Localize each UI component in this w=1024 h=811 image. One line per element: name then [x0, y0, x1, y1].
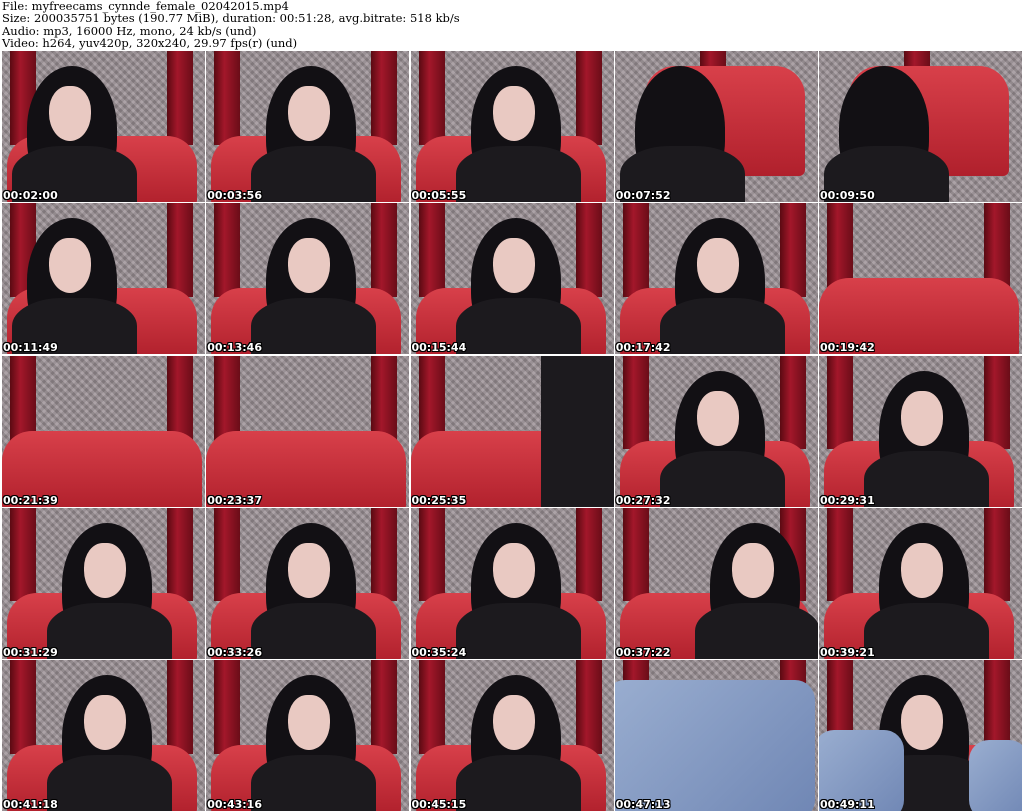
thumbnail-timestamp: 00:02:00	[3, 189, 58, 202]
thumbnail-timestamp: 00:13:46	[207, 341, 262, 355]
red-curtain	[984, 507, 1010, 602]
red-curtain	[622, 203, 649, 297]
video-thumbnail: 00:05:55	[410, 51, 614, 202]
thumbnail-timestamp: 00:35:24	[411, 645, 467, 659]
thumbnail-timestamp: 00:33:26	[207, 645, 262, 659]
video-thumbnail: 00:03:56	[206, 51, 410, 202]
red-curtain	[418, 660, 445, 754]
video-thumbnail: 00:13:46	[206, 203, 410, 355]
video-thumbnail: 00:25:35	[410, 355, 614, 507]
red-curtain	[575, 660, 602, 754]
red-curtain	[622, 355, 649, 450]
video-thumbnail: 00:09:50	[819, 51, 1022, 202]
red-curtain	[622, 507, 649, 602]
thumbnail-timestamp: 00:25:35	[411, 493, 467, 507]
red-curtain	[214, 203, 241, 297]
thumbnail-grid: 00:02:00 00:03:56 00:05:55 00:07:52 00:09:50…	[2, 51, 1022, 811]
thumbnail-timestamp: 00:15:44	[411, 341, 467, 355]
red-curtain	[779, 203, 806, 297]
video-thumbnail: 00:31:29	[2, 507, 205, 659]
video-thumbnail: 00:33:26	[206, 507, 410, 659]
red-curtain	[10, 507, 36, 602]
red-curtain	[167, 203, 193, 297]
red-curtain	[371, 660, 398, 754]
thumbnail-timestamp: 00:49:11	[820, 798, 875, 811]
jeans-legs	[614, 680, 815, 811]
thumbnail-timestamp: 00:11:49	[3, 341, 58, 355]
red-curtain	[214, 660, 241, 754]
video-thumbnail: 00:27:32	[614, 355, 818, 507]
video-thumbnail: 00:47:13	[614, 660, 818, 811]
file-info-header: File: myfreecams_cynnde_female_02042015.…	[2, 0, 1022, 50]
thumbnail-timestamp: 00:45:15	[411, 798, 467, 811]
thumbnail-timestamp: 00:43:16	[207, 798, 262, 811]
video-thumbnail: 00:43:16	[206, 660, 410, 811]
red-curtain	[371, 507, 398, 602]
thumbnail-timestamp: 00:09:50	[820, 189, 875, 202]
file-size-line: Size: 200035751 bytes (190.77 MiB), dura…	[2, 11, 460, 26]
video-thumbnail: 00:37:22	[614, 507, 818, 659]
thumbnail-timestamp: 00:17:42	[615, 341, 671, 355]
red-curtain	[827, 355, 853, 450]
red-curtain	[418, 507, 445, 602]
thumbnail-timestamp: 00:37:22	[615, 645, 671, 659]
red-curtain	[214, 51, 241, 145]
video-thumbnail: 00:35:24	[410, 507, 614, 659]
video-thumbnail: 00:41:18	[2, 660, 205, 811]
video-thumbnail: 00:11:49	[2, 203, 205, 355]
red-curtain	[779, 355, 806, 450]
red-curtain	[984, 355, 1010, 450]
red-curtain	[371, 51, 398, 145]
red-curtain	[827, 507, 853, 602]
red-curtain	[10, 660, 36, 754]
video-thumbnail: 00:21:39	[2, 355, 205, 507]
thumbnail-timestamp: 00:31:29	[3, 645, 58, 659]
video-info-line: Video: h264, yuv420p, 320x240, 29.97 fps…	[2, 36, 298, 51]
video-thumbnail: 00:17:42	[614, 203, 818, 355]
thumbnail-timestamp: 00:21:39	[3, 493, 58, 507]
video-thumbnail: 00:23:37	[206, 355, 410, 507]
video-thumbnail: 00:02:00	[2, 51, 205, 202]
red-curtain	[575, 51, 602, 145]
thumbnail-timestamp: 00:29:31	[820, 493, 875, 507]
thumbnail-timestamp: 00:23:37	[207, 493, 262, 507]
red-curtain	[418, 203, 445, 297]
thumbnail-timestamp: 00:27:32	[615, 493, 671, 507]
thumbnail-timestamp: 00:05:55	[411, 189, 467, 202]
video-thumbnail: 00:29:31	[819, 355, 1022, 507]
thumbnail-timestamp: 00:41:18	[3, 798, 58, 811]
thumbnail-timestamp: 00:39:21	[820, 645, 875, 659]
red-curtain	[167, 507, 193, 602]
thumbnail-timestamp: 00:07:52	[615, 189, 671, 202]
red-curtain	[214, 507, 241, 602]
video-thumbnail: 00:19:42	[819, 203, 1022, 355]
red-curtain	[167, 660, 193, 754]
thumbnail-timestamp: 00:03:56	[207, 189, 262, 202]
red-curtain	[167, 51, 193, 145]
video-thumbnail: 00:39:21	[819, 507, 1022, 659]
thumbnail-timestamp: 00:19:42	[820, 341, 875, 355]
video-thumbnail: 00:49:11	[819, 660, 1022, 811]
thumbnail-timestamp: 00:47:13	[615, 798, 671, 811]
red-curtain	[575, 507, 602, 602]
video-thumbnail: 00:15:44	[410, 203, 614, 355]
video-thumbnail: 00:45:15	[410, 660, 614, 811]
red-curtain	[418, 51, 445, 145]
jeans-legs	[969, 740, 1022, 811]
red-curtain	[371, 203, 398, 297]
video-thumbnail: 00:07:52	[614, 51, 818, 202]
red-curtain	[575, 203, 602, 297]
